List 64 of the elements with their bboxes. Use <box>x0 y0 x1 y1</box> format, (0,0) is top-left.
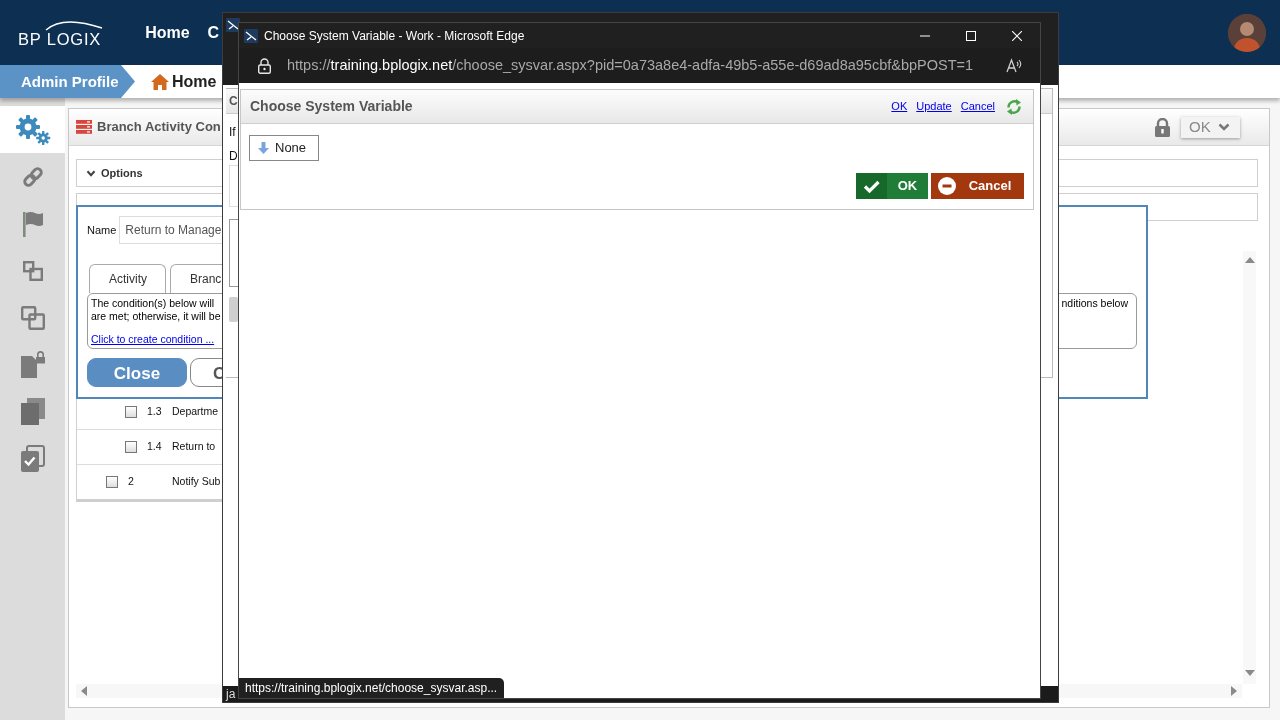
logo[interactable]: BP LOGIX <box>18 16 102 49</box>
avatar[interactable] <box>1228 13 1266 52</box>
panel-title: Branch Activity Con <box>97 118 221 137</box>
copy-icon <box>20 398 45 425</box>
flag-icon <box>21 210 44 237</box>
home-icon <box>151 73 169 90</box>
chevron-down-icon <box>1217 123 1230 131</box>
window-title: Choose System Variable - Work - Microsoft Edge <box>264 27 525 45</box>
cancel-button[interactable]: Cancel <box>931 173 1024 199</box>
scroll-up-arrow-icon <box>1244 257 1255 263</box>
checked-document-icon <box>20 445 45 472</box>
lock-icon <box>1155 117 1170 137</box>
header-link[interactable]: Update <box>916 98 952 115</box>
step-name: Return to <box>172 439 216 455</box>
nav-link[interactable]: C <box>207 20 220 45</box>
field-label: Name <box>87 222 117 238</box>
refresh-icon <box>1006 97 1022 116</box>
minus-circle-icon <box>938 177 956 195</box>
step-number: 1.3 <box>147 403 163 419</box>
close-icon <box>1012 30 1022 41</box>
url-text: https://training.bplogix.net/choose_sysvar.aspx?pid=0a73a8e4-adfa-49b5-a55e-d69ad8a95cbf&bpPOST=1 <box>287 55 974 75</box>
status-text: ja <box>226 687 236 701</box>
scroll-right-arrow-icon <box>1231 686 1237 696</box>
overlapping-squares-icon <box>20 305 45 330</box>
sidebar-item[interactable] <box>0 106 65 153</box>
step-name: Departme <box>172 403 219 419</box>
condition-text: are met; otherwise, it will be <box>91 310 221 323</box>
link-icon <box>20 164 45 189</box>
create-condition-link[interactable]: Click to create condition ... <box>91 333 215 346</box>
ok-button[interactable]: OK <box>856 173 928 199</box>
app-icon <box>226 18 240 32</box>
field-label: D <box>229 149 239 163</box>
panel-title: C <box>229 94 238 108</box>
chevron-down-icon <box>86 169 96 177</box>
tab[interactable]: Activity <box>89 264 166 293</box>
check-icon <box>856 173 887 199</box>
nav-link[interactable]: Home <box>145 20 190 45</box>
lock-icon <box>258 57 271 74</box>
gear-icon <box>14 113 51 146</box>
breadcrumb-link[interactable]: Home <box>151 69 217 94</box>
checkbox[interactable] <box>125 405 137 418</box>
scroll-left-arrow-icon <box>81 686 87 696</box>
scroll-down-arrow-icon <box>1244 670 1255 676</box>
server-icon <box>76 120 92 134</box>
condition-text: The condition(s) below will <box>91 297 215 310</box>
checkbox[interactable] <box>106 476 118 488</box>
vertical-scrollbar[interactable] <box>1243 251 1256 684</box>
step-number: 1.4 <box>147 439 163 455</box>
step-number: 2 <box>128 474 135 490</box>
choice-button[interactable]: None <box>249 135 320 161</box>
step-name: Notify Sub <box>172 474 221 490</box>
condition-text: nditions below <box>1061 297 1128 310</box>
header-link[interactable]: Cancel <box>960 98 995 115</box>
field-label: If <box>229 125 237 139</box>
locked-document-icon <box>19 350 46 379</box>
read-aloud-icon <box>1006 58 1022 73</box>
link-preview-tooltip: https://training.bplogix.net/choose_sysvar.asp... <box>239 678 504 698</box>
dialog-title: Choose System Variable <box>250 97 413 116</box>
app-icon <box>244 28 258 43</box>
header-link[interactable]: OK <box>891 98 908 115</box>
maximize-icon <box>966 30 976 41</box>
down-arrow-icon <box>258 142 269 154</box>
checkbox[interactable] <box>125 441 137 453</box>
squares-icon <box>22 260 43 281</box>
